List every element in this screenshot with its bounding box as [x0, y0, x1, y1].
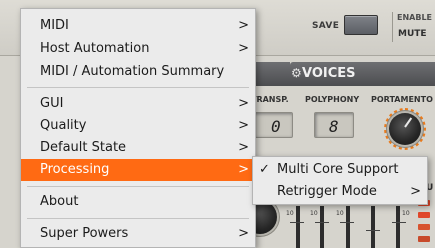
- context-menu: MIDI > Host Automation > MIDI / Automati…: [20, 8, 256, 248]
- knob-indicator: [404, 117, 413, 128]
- submenu-item-retrigger-mode[interactable]: Retrigger Mode >: [253, 181, 427, 203]
- portamento-label: PORTAMENTO: [371, 95, 433, 104]
- fader-4[interactable]: [371, 206, 375, 248]
- led-indicator: [418, 236, 430, 242]
- menu-item-label: Host Automation: [40, 41, 150, 56]
- chevron-right-icon: >: [238, 118, 249, 133]
- menu-item-midi[interactable]: MIDI >: [21, 15, 255, 37]
- fader-scale-label: 10: [286, 210, 294, 217]
- chevron-right-icon: >: [238, 162, 249, 177]
- submenu-item-label: Retrigger Mode: [277, 184, 377, 199]
- chevron-right-icon: >: [238, 41, 249, 56]
- fader-2[interactable]: [320, 206, 324, 248]
- menu-item-default-state[interactable]: Default State >: [21, 137, 255, 159]
- submenu-item-label: Multi Core Support: [277, 162, 399, 177]
- enable-label: ENABLE: [397, 13, 433, 22]
- menu-item-about[interactable]: About: [21, 191, 255, 213]
- menu-separator: [27, 218, 249, 219]
- fader-scale-label: 10: [402, 210, 410, 217]
- menu-separator: [27, 87, 249, 88]
- checkmark-icon: ✓: [259, 162, 270, 177]
- processing-submenu: ✓ Multi Core Support Retrigger Mode >: [252, 156, 428, 205]
- fader-tick: [392, 222, 406, 223]
- led-indicator: [418, 212, 430, 218]
- polyphony-value: 8: [329, 117, 339, 136]
- chevron-right-icon: >: [238, 226, 249, 241]
- menu-item-label: MIDI / Automation Summary: [40, 64, 225, 79]
- submenu-item-multi-core-support[interactable]: ✓ Multi Core Support: [253, 159, 427, 181]
- menu-item-label: Quality: [40, 118, 87, 133]
- menu-item-midi-automation-summary[interactable]: MIDI / Automation Summary: [21, 61, 255, 83]
- gear-icon: ⚙: [291, 66, 302, 80]
- menu-item-host-automation[interactable]: Host Automation >: [21, 38, 255, 60]
- menu-item-processing[interactable]: Processing >: [21, 159, 255, 181]
- voices-title: VOICES: [302, 66, 356, 81]
- mute-toggle[interactable]: MUTE: [398, 29, 427, 39]
- menu-item-label: Default State: [40, 140, 127, 155]
- fader-1[interactable]: [296, 206, 300, 248]
- chevron-right-icon: >: [238, 18, 249, 33]
- menu-separator: [27, 186, 249, 187]
- panel-header-strip: [250, 62, 290, 86]
- fader-tick: [340, 222, 354, 223]
- save-label: SAVE: [312, 21, 340, 31]
- fader-3[interactable]: [346, 206, 350, 248]
- menu-item-label: Processing: [40, 162, 110, 177]
- fader-tick: [366, 230, 380, 231]
- menu-item-label: About: [40, 194, 79, 209]
- save-button[interactable]: [344, 15, 378, 35]
- fader-5[interactable]: [396, 206, 400, 248]
- fader-scale-label: 10: [336, 210, 344, 217]
- chevron-right-icon: >: [238, 140, 249, 155]
- transpose-label: TRANSP.: [251, 95, 289, 104]
- menu-item-gui[interactable]: GUI >: [21, 93, 255, 115]
- chevron-right-icon: >: [238, 96, 249, 111]
- fader-scale-label: 10: [310, 210, 318, 217]
- fader-tick: [290, 222, 304, 223]
- led-indicator: [418, 224, 430, 230]
- menu-item-label: Super Powers: [40, 226, 129, 241]
- fader-tick: [315, 222, 329, 223]
- menu-item-quality[interactable]: Quality >: [21, 115, 255, 137]
- menu-item-label: MIDI: [40, 18, 69, 33]
- chevron-right-icon: >: [410, 184, 421, 199]
- polyphony-label: POLYPHONY: [305, 95, 360, 104]
- menu-item-super-powers[interactable]: Super Powers >: [21, 223, 255, 245]
- menu-item-label: GUI: [40, 96, 64, 111]
- transpose-value: 0: [271, 117, 281, 136]
- portamento-knob[interactable]: [389, 113, 421, 145]
